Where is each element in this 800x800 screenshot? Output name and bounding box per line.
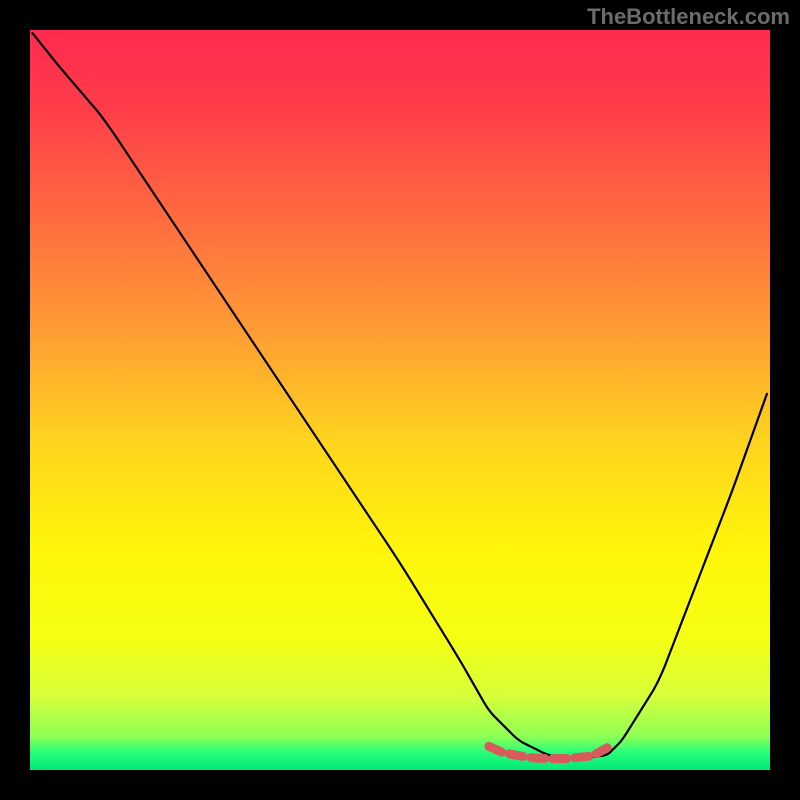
- bottleneck-chart: TheBottleneck.com: [0, 0, 800, 800]
- plot-background: [30, 30, 770, 770]
- chart-svg: [0, 0, 800, 800]
- attribution-label: TheBottleneck.com: [587, 4, 790, 30]
